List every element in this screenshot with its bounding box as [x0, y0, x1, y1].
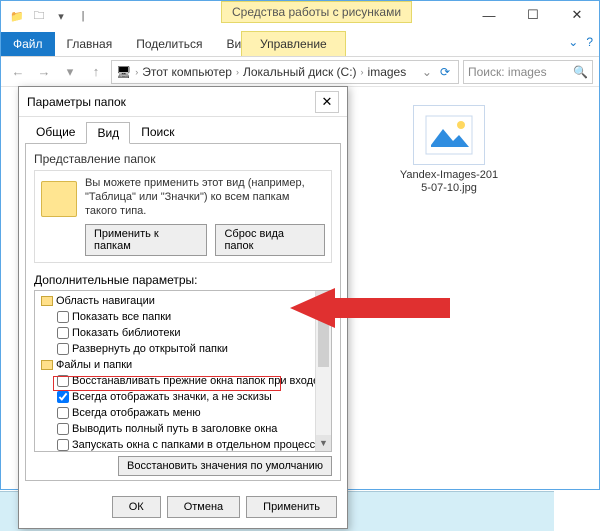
search-placeholder: Поиск: images	[468, 65, 547, 79]
dialog-tabs: Общие Вид Поиск	[19, 117, 347, 143]
scroll-down-icon[interactable]: ▼	[316, 435, 331, 451]
tab-manage[interactable]: Управление	[241, 31, 346, 56]
nav-up-button[interactable]: ↑	[85, 61, 107, 83]
reset-folders-button[interactable]: Сброс вида папок	[215, 224, 325, 256]
help-icon[interactable]: ?	[586, 35, 593, 49]
folder-icon	[41, 360, 53, 370]
nav-back-button[interactable]: ←	[7, 61, 29, 83]
group-text: такого типа.	[85, 205, 325, 219]
ribbon-expand-icon[interactable]: ⌄	[568, 35, 578, 49]
file-name-label: Yandex-Images-2015-07-10.jpg	[399, 169, 499, 195]
group-text: "Таблица" или "Значки") ко всем папкам	[85, 191, 325, 205]
address-bar: ← → ▾ ↑ 🖥 › Этот компьютер › Локальный д…	[1, 57, 599, 87]
restore-defaults-button[interactable]: Восстановить значения по умолчанию	[118, 456, 332, 476]
search-input[interactable]: Поиск: images 🔍	[463, 60, 593, 84]
checkbox[interactable]	[57, 327, 69, 339]
tree-node-navigation[interactable]: Область навигации	[37, 293, 329, 309]
breadcrumb-item[interactable]: Локальный диск (C:)	[243, 65, 357, 79]
minimize-button[interactable]: —	[467, 1, 511, 29]
contextual-tab-label: Средства работы с рисунками	[221, 1, 412, 23]
folder-icon	[41, 296, 53, 306]
checkbox[interactable]	[57, 343, 69, 355]
option-restore-windows[interactable]: Восстанавливать прежние окна папок при в…	[37, 373, 329, 389]
option-separate-process[interactable]: Запускать окна с папками в отдельном про…	[37, 437, 329, 452]
quick-dropdown-icon[interactable]: ▾	[51, 6, 71, 26]
breadcrumb-item[interactable]: Этот компьютер	[142, 65, 232, 79]
dialog-close-button[interactable]: ✕	[315, 91, 339, 113]
checkbox[interactable]	[57, 391, 69, 403]
dialog-titlebar: Параметры папок ✕	[19, 87, 347, 117]
option-expand-to-open[interactable]: Развернуть до открытой папки	[37, 341, 329, 357]
tab-share[interactable]: Поделиться	[124, 32, 214, 56]
quick-access-icon[interactable]: 🗀	[29, 6, 49, 26]
folder-view-group: Вы можете применить этот вид (например, …	[34, 170, 332, 263]
checkbox[interactable]	[57, 311, 69, 323]
group-title: Представление папок	[34, 152, 332, 166]
nav-forward-button[interactable]: →	[33, 61, 55, 83]
tab-home[interactable]: Главная	[55, 32, 125, 56]
chevron-right-icon: ›	[135, 67, 138, 77]
nav-history-icon[interactable]: ▾	[59, 61, 81, 83]
dialog-tab-view[interactable]: Вид	[86, 122, 130, 144]
apply-button[interactable]: Применить	[246, 496, 337, 518]
annotation-arrow-icon	[290, 283, 450, 333]
checkbox[interactable]	[57, 407, 69, 419]
image-thumbnail-icon	[413, 105, 485, 165]
breadcrumb-root-icon: 🖥	[116, 65, 131, 79]
maximize-button[interactable]: ☐	[511, 1, 555, 29]
dialog-title: Параметры папок	[27, 95, 126, 109]
option-always-icons[interactable]: Всегда отображать значки, а не эскизы	[37, 389, 329, 405]
search-icon: 🔍	[573, 65, 588, 79]
folder-icon	[41, 181, 77, 217]
window-close-button[interactable]: ✕	[555, 1, 599, 29]
tab-file[interactable]: Файл	[1, 32, 55, 56]
checkbox[interactable]	[57, 423, 69, 435]
explorer-titlebar: 📁 🗀 ▾ | Средства работы с рисунками — ☐ …	[1, 1, 599, 31]
tree-node-files-folders[interactable]: Файлы и папки	[37, 357, 329, 373]
option-show-all-folders[interactable]: Показать все папки	[37, 309, 329, 325]
dialog-tab-general[interactable]: Общие	[25, 121, 86, 143]
cancel-button[interactable]: Отмена	[167, 496, 240, 518]
option-always-menu[interactable]: Всегда отображать меню	[37, 405, 329, 421]
folder-icon: 📁	[7, 6, 27, 26]
option-show-libraries[interactable]: Показать библиотеки	[37, 325, 329, 341]
advanced-settings-list: Область навигации Показать все папки Пок…	[34, 290, 332, 452]
breadcrumb[interactable]: 🖥 › Этот компьютер › Локальный диск (C:)…	[111, 60, 459, 84]
advanced-params-label: Дополнительные параметры:	[34, 273, 332, 287]
checkbox[interactable]	[57, 375, 69, 387]
chevron-right-icon: ›	[361, 67, 364, 77]
crop-mask	[554, 491, 600, 531]
chevron-right-icon: ›	[236, 67, 239, 77]
group-text: Вы можете применить этот вид (например,	[85, 177, 325, 191]
apply-to-folders-button[interactable]: Применить к папкам	[85, 224, 207, 256]
breadcrumb-item[interactable]: images	[368, 65, 407, 79]
file-item[interactable]: Yandex-Images-2015-07-10.jpg	[399, 105, 499, 195]
ribbon-tabs: Файл Главная Поделиться Вид Управление ⌄…	[1, 31, 599, 57]
ok-button[interactable]: ОК	[112, 496, 161, 518]
separator-icon: |	[73, 6, 93, 26]
option-full-path[interactable]: Выводить полный путь в заголовке окна	[37, 421, 329, 437]
breadcrumb-dropdown-icon[interactable]: ⌄	[422, 65, 432, 79]
dialog-tab-search[interactable]: Поиск	[130, 121, 185, 143]
refresh-icon[interactable]: ⟳	[436, 65, 454, 79]
checkbox[interactable]	[57, 439, 69, 451]
